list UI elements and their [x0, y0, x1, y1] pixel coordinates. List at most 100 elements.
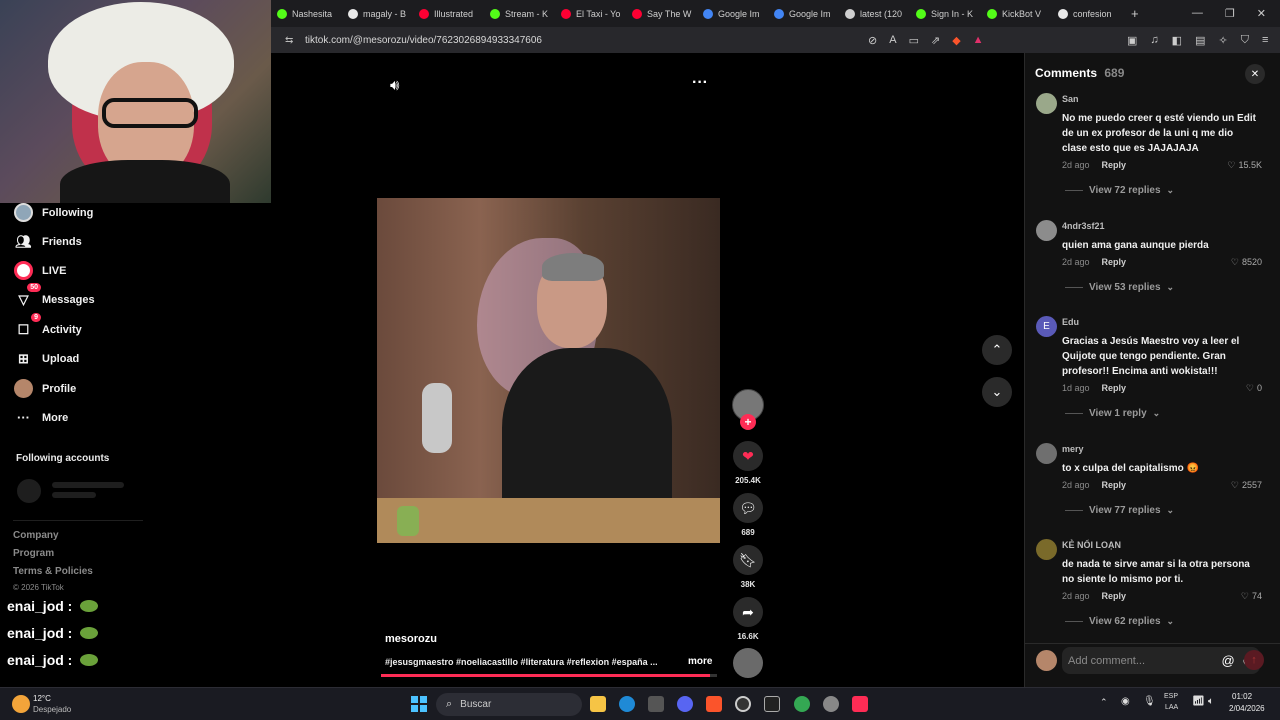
add-comment-field[interactable]: Add comment... @ ☺: [1062, 647, 1260, 674]
follow-plus-icon[interactable]: +: [740, 414, 756, 430]
comment-icon[interactable]: 💬︎: [733, 493, 763, 523]
comment-heart-icon[interactable]: ♡: [1227, 160, 1235, 170]
previous-video-button[interactable]: ⌃: [982, 335, 1012, 365]
speaker-icon[interactable]: 🔈︎: [1208, 696, 1214, 707]
clock-time[interactable]: 01:02: [1232, 692, 1252, 701]
browser-tab[interactable]: Nashesita: [271, 0, 342, 27]
close-comments-icon[interactable]: ✕: [1245, 64, 1265, 84]
music-disc-icon[interactable]: [733, 648, 763, 678]
taskbar-search[interactable]: ⌕ Buscar: [436, 693, 582, 716]
file-explorer-icon[interactable]: [590, 696, 606, 712]
browser-tab[interactable]: Say The W: [626, 0, 697, 27]
save-action[interactable]: 🔖︎ 38K: [733, 545, 763, 589]
comment-username[interactable]: KẺ NỔI LOẠN: [1062, 540, 1121, 550]
reader-icon[interactable]: ⊘: [868, 34, 877, 47]
share-page-icon[interactable]: ⇗: [931, 34, 940, 47]
comment-avatar[interactable]: [1036, 93, 1057, 114]
comment-reply-button[interactable]: Reply: [1102, 591, 1127, 602]
comment-action[interactable]: 💬︎ 689: [733, 493, 763, 537]
sidebar-item-live[interactable]: LIVE: [14, 261, 66, 280]
tiktok-app-icon[interactable]: [852, 696, 868, 712]
wifi-icon[interactable]: 📶︎: [1192, 696, 1205, 707]
comment-avatar[interactable]: [1036, 443, 1057, 464]
footer-program-link[interactable]: Program: [13, 548, 54, 559]
next-video-button[interactable]: ⌄: [982, 377, 1012, 407]
like-action[interactable]: ❤ 205.4K: [733, 441, 763, 485]
browser-tab[interactable]: Google Im: [768, 0, 839, 27]
browser-tab[interactable]: El Taxi - Yo: [555, 0, 626, 27]
sidebar-item-friends[interactable]: 👥︎ Friends: [14, 232, 82, 251]
video-player[interactable]: [377, 198, 720, 543]
view-replies-button[interactable]: View 77 replies ⌄: [1065, 505, 1174, 516]
comment-username[interactable]: Edu: [1062, 317, 1079, 327]
cast-icon[interactable]: ▭: [909, 34, 919, 47]
microphone-icon[interactable]: 🎙︎: [1143, 696, 1156, 707]
view-replies-button[interactable]: View 1 reply ⌄: [1065, 408, 1160, 419]
comment-reply-button[interactable]: Reply: [1102, 257, 1127, 268]
comment-heart-icon[interactable]: ♡: [1246, 383, 1254, 393]
comment-like-button[interactable]: ♡ 15.5K: [1227, 160, 1262, 171]
tray-chevron-icon[interactable]: ⌃: [1100, 697, 1108, 708]
comment-like-button[interactable]: ♡ 0: [1246, 383, 1262, 394]
menu-icon[interactable]: ≡: [1262, 34, 1268, 47]
sidebar-item-activity[interactable]: ☐ 9 Activity: [14, 313, 82, 339]
browser-tab[interactable]: latest (120: [839, 0, 910, 27]
bookmark-icon[interactable]: 🔖︎: [733, 545, 763, 575]
close-window-icon[interactable]: ✕: [1257, 7, 1266, 20]
media-icon[interactable]: ♫: [1150, 34, 1158, 47]
sidebar-item-more[interactable]: ··· More: [14, 408, 68, 427]
sidebar-item-profile[interactable]: Profile: [14, 379, 76, 398]
comment-heart-icon[interactable]: ♡: [1231, 480, 1239, 490]
sidebar-toggle-icon[interactable]: ▣: [1127, 34, 1137, 47]
wallet-icon[interactable]: ▤: [1195, 34, 1205, 47]
caption-more-button[interactable]: more: [688, 656, 712, 667]
browser-tab[interactable]: KickBot V: [981, 0, 1052, 27]
sidebar-item-following[interactable]: Following: [14, 203, 93, 222]
capcut-icon[interactable]: [764, 696, 780, 712]
tray-app-icon[interactable]: ◉: [1121, 696, 1130, 707]
view-replies-button[interactable]: View 72 replies ⌄: [1065, 185, 1174, 196]
share-icon[interactable]: ➦: [733, 597, 763, 627]
footer-terms-link[interactable]: Terms & Policies: [13, 566, 93, 577]
edge-icon[interactable]: [619, 696, 635, 712]
view-replies-button[interactable]: View 53 replies ⌄: [1065, 282, 1174, 293]
obs-icon[interactable]: [735, 696, 751, 712]
volume-icon[interactable]: 🔊︎: [390, 77, 399, 94]
comment-heart-icon[interactable]: ♡: [1241, 591, 1249, 601]
new-tab-button[interactable]: +: [1123, 6, 1147, 21]
video-progress-bar[interactable]: [381, 674, 717, 677]
discord-icon[interactable]: [677, 696, 693, 712]
post-comment-button[interactable]: ↑: [1244, 650, 1264, 670]
comment-username[interactable]: mery: [1062, 444, 1084, 454]
comment-like-button[interactable]: ♡ 2557: [1231, 480, 1262, 491]
comment-like-button[interactable]: ♡ 74: [1241, 591, 1262, 602]
comment-reply-button[interactable]: Reply: [1102, 480, 1127, 491]
video-options-icon[interactable]: ···: [692, 74, 708, 92]
clock-date[interactable]: 2/04/2026: [1229, 704, 1265, 713]
comment-username[interactable]: 4ndr3sf21: [1062, 221, 1105, 231]
comment-username[interactable]: San: [1062, 94, 1079, 104]
minimize-icon[interactable]: —: [1192, 7, 1203, 20]
comment-like-button[interactable]: ♡ 8520: [1231, 257, 1262, 268]
sidebar-item-upload[interactable]: ⊞ Upload: [14, 349, 79, 368]
restore-icon[interactable]: ❐: [1225, 7, 1235, 20]
url-field[interactable]: tiktok.com/@mesorozu/video/7623026894933…: [305, 35, 542, 46]
footer-company-link[interactable]: Company: [13, 530, 59, 541]
browser-tab[interactable]: magaly - B: [342, 0, 413, 27]
site-info-icon[interactable]: ⇆: [285, 35, 293, 46]
comment-reply-button[interactable]: Reply: [1102, 383, 1127, 394]
windows-start-icon[interactable]: [411, 696, 427, 712]
comment-reply-button[interactable]: Reply: [1102, 160, 1127, 171]
split-view-icon[interactable]: ◧: [1172, 34, 1182, 47]
brave-rewards-icon[interactable]: ▲: [973, 34, 984, 47]
sidebar-item-messages[interactable]: ▽ 50 Messages: [14, 283, 95, 309]
comment-heart-icon[interactable]: ♡: [1231, 257, 1239, 267]
heart-icon[interactable]: ❤: [733, 441, 763, 471]
view-replies-button[interactable]: View 62 replies ⌄: [1065, 616, 1174, 627]
lang-bottom[interactable]: LAA: [1165, 704, 1178, 711]
chrome-icon[interactable]: [794, 696, 810, 712]
mention-icon[interactable]: @: [1222, 653, 1235, 668]
browser-tab[interactable]: Illustrated: [413, 0, 484, 27]
settings-icon[interactable]: [823, 696, 839, 712]
browser-tab[interactable]: Stream - K: [484, 0, 555, 27]
